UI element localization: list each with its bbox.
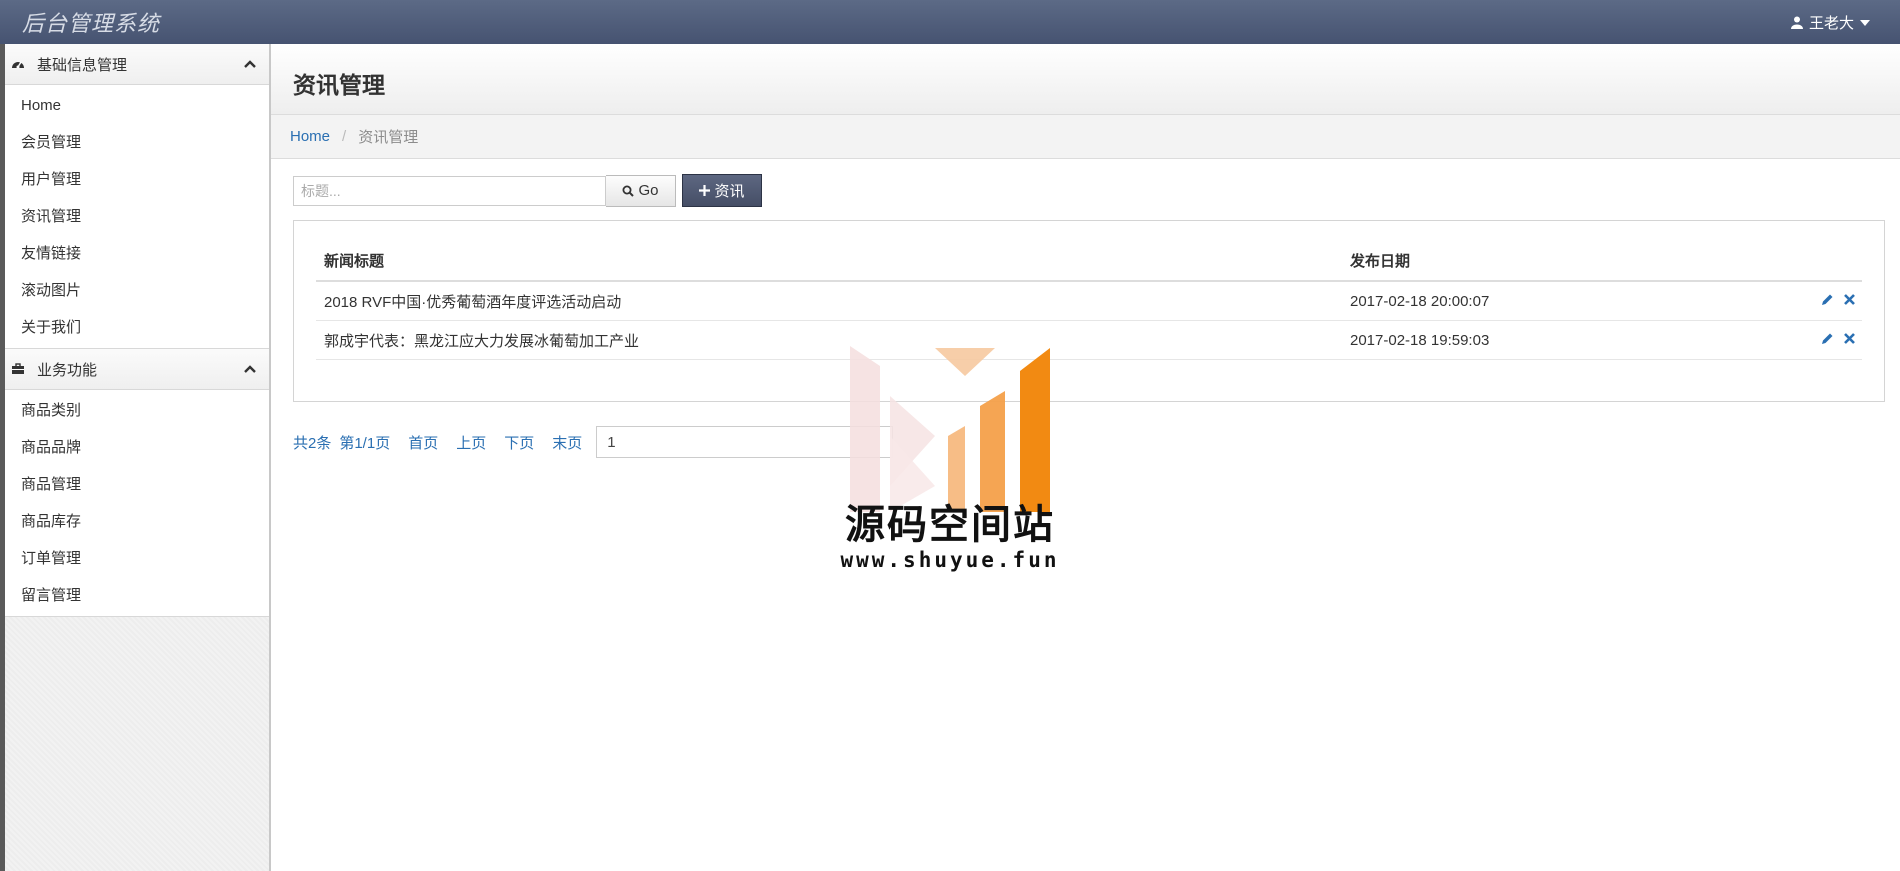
user-icon: [1790, 16, 1803, 29]
edit-icon[interactable]: [1821, 332, 1834, 349]
table-row: 郭成宇代表：黑龙江应大力发展冰葡萄加工产业 2017-02-18 19:59:0…: [316, 320, 1862, 360]
add-news-button[interactable]: 资讯: [682, 174, 762, 207]
add-news-button-label: 资讯: [714, 183, 745, 200]
sidebar-item-products[interactable]: 商品管理: [5, 466, 269, 503]
breadcrumb-separator: /: [342, 128, 347, 145]
app-title: 后台管理系统: [22, 12, 161, 37]
row-actions: [1727, 320, 1862, 360]
user-name: 王老大: [1808, 15, 1854, 32]
chevron-up-icon: [244, 60, 256, 68]
sidebar: 基础信息管理 Home 会员管理 用户管理 资讯管理 友情链接 滚动图片 关于我…: [5, 44, 271, 871]
nav-header-label: 业务功能: [37, 361, 98, 379]
pager-first-link[interactable]: 首页: [408, 432, 438, 453]
search-icon: [622, 185, 635, 197]
toolbar: Go 资讯: [293, 174, 762, 207]
news-date-cell: 2017-02-18 20:00:07: [1342, 281, 1728, 321]
top-bar: 后台管理系统 王老大: [0, 0, 1900, 45]
pagination: 共2条 第1/1页 首页 上页 下页 末页: [293, 426, 894, 458]
nav-group-basic: 基础信息管理 Home 会员管理 用户管理 资讯管理 友情链接 滚动图片 关于我…: [5, 44, 269, 349]
sidebar-item-orders[interactable]: 订单管理: [5, 540, 269, 577]
breadcrumb-current: 资讯管理: [358, 129, 419, 146]
watermark-url: www.shuyue.fun: [840, 548, 1060, 572]
breadcrumb-home-link[interactable]: Home: [290, 128, 330, 145]
user-menu[interactable]: 王老大: [1790, 12, 1870, 33]
sidebar-item-slides[interactable]: 滚动图片: [5, 272, 269, 309]
delete-icon[interactable]: [1843, 332, 1856, 349]
nav-header-basic[interactable]: 基础信息管理: [5, 44, 269, 85]
sidebar-item-about[interactable]: 关于我们: [5, 309, 269, 346]
news-title-cell: 2018 RVF中国·优秀葡萄酒年度评选活动启动: [316, 281, 1342, 321]
table-row: 2018 RVF中国·优秀葡萄酒年度评选活动启动 2017-02-18 20:0…: [316, 281, 1862, 321]
watermark-title: 源码空间站: [845, 502, 1055, 548]
sidebar-item-links[interactable]: 友情链接: [5, 235, 269, 272]
search-input[interactable]: [293, 175, 606, 206]
news-date-cell: 2017-02-18 19:59:03: [1342, 320, 1728, 360]
plus-icon: [699, 185, 711, 196]
sidebar-item-news[interactable]: 资讯管理: [5, 198, 269, 235]
sidebar-item-home[interactable]: Home: [5, 87, 269, 124]
pager-last-link[interactable]: 末页: [552, 432, 582, 453]
news-title-cell: 郭成宇代表：黑龙江应大力发展冰葡萄加工产业: [316, 320, 1342, 360]
news-table: 新闻标题 发布日期 2018 RVF中国·优秀葡萄酒年度评选活动启动 2017-…: [316, 241, 1862, 360]
column-header-title: 新闻标题: [316, 241, 1342, 282]
news-table-panel: 新闻标题 发布日期 2018 RVF中国·优秀葡萄酒年度评选活动启动 2017-…: [293, 220, 1885, 402]
sidebar-item-messages[interactable]: 留言管理: [5, 577, 269, 614]
go-button[interactable]: Go: [606, 174, 676, 207]
table-header-row: 新闻标题 发布日期: [316, 241, 1862, 282]
main-content: 资讯管理 Home / 资讯管理 Go 资讯 新闻标题 发布日期: [271, 44, 1900, 871]
dashboard-icon: [9, 57, 27, 71]
sidebar-item-inventory[interactable]: 商品库存: [5, 503, 269, 540]
pager-next-link[interactable]: 下页: [504, 432, 534, 453]
page-title: 资讯管理: [293, 72, 385, 98]
delete-icon[interactable]: [1843, 293, 1856, 310]
column-header-date: 发布日期: [1342, 241, 1728, 282]
sidebar-item-categories[interactable]: 商品类别: [5, 392, 269, 429]
edit-icon[interactable]: [1821, 293, 1834, 310]
go-button-label: Go: [638, 182, 659, 199]
caret-down-icon: [1860, 19, 1870, 26]
row-actions: [1727, 281, 1862, 321]
pager-total: 共2条: [293, 434, 332, 452]
sidebar-item-members[interactable]: 会员管理: [5, 124, 269, 161]
column-header-ops: [1727, 241, 1862, 282]
pager-prev-link[interactable]: 上页: [456, 432, 486, 453]
nav-header-label: 基础信息管理: [37, 56, 128, 74]
sidebar-item-users[interactable]: 用户管理: [5, 161, 269, 198]
nav-header-business[interactable]: 业务功能: [5, 349, 269, 390]
briefcase-icon: [9, 362, 27, 376]
nav-group-business: 业务功能 商品类别 商品品牌 商品管理 商品库存 订单管理 留言管理: [5, 349, 269, 617]
page-header: 资讯管理: [271, 44, 1900, 115]
pager-page-info: 第1/1页: [339, 434, 391, 452]
sidebar-item-brands[interactable]: 商品品牌: [5, 429, 269, 466]
chevron-up-icon: [244, 365, 256, 373]
breadcrumb: Home / 资讯管理: [271, 115, 1900, 159]
